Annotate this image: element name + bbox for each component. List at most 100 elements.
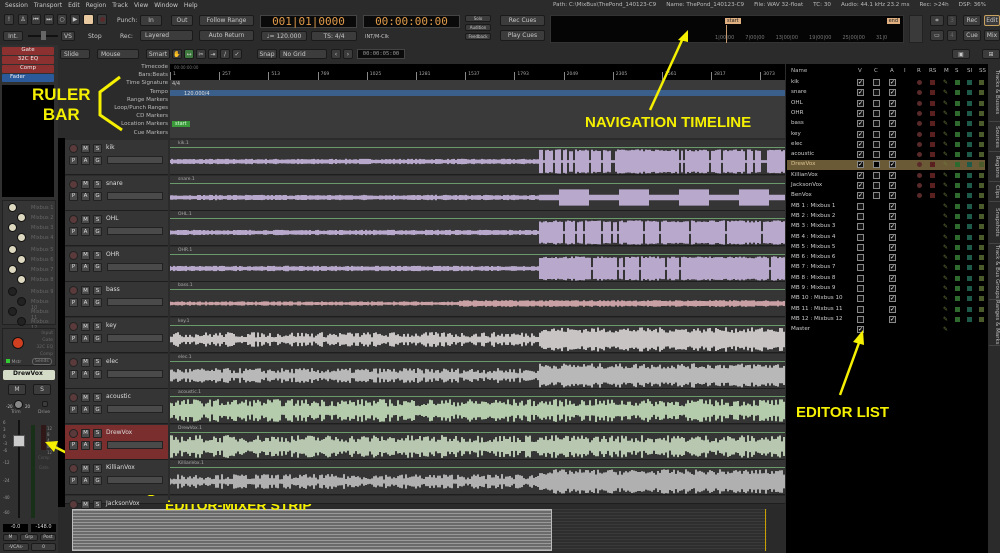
track-name[interactable]: DrewVox: [106, 429, 132, 436]
playlist-button[interactable]: P: [69, 262, 78, 272]
mute-button[interactable]: M: [81, 464, 90, 474]
processor-fader[interactable]: Fader: [2, 74, 54, 82]
mute-button[interactable]: M: [81, 250, 90, 260]
rec-arm-button[interactable]: [69, 393, 78, 403]
track-lane-jacksonvox[interactable]: [170, 496, 785, 504]
track-lane-key[interactable]: key.1: [170, 318, 785, 353]
track-name[interactable]: key: [106, 322, 117, 329]
track-name[interactable]: elec: [106, 358, 118, 365]
automation-button[interactable]: A: [81, 227, 90, 237]
region-name[interactable]: elec.1: [178, 355, 192, 360]
region-name[interactable]: KillianVox.1: [178, 461, 204, 466]
rec-arm-button[interactable]: [69, 322, 78, 331]
group-button[interactable]: G: [93, 227, 102, 237]
processor-comp[interactable]: Comp: [2, 65, 54, 73]
track-name[interactable]: snare: [106, 180, 123, 187]
track-header-ohl[interactable]: M S OHL P A G: [65, 211, 168, 247]
region-name[interactable]: snare.1: [178, 177, 195, 182]
solo-button[interactable]: S: [93, 179, 102, 189]
group-button[interactable]: G: [93, 405, 102, 415]
track-header-drewvox[interactable]: M S DrewVox P A G: [65, 424, 168, 460]
track-header-kik[interactable]: M Skik P A G: [65, 140, 168, 175]
track-gain-fader[interactable]: [107, 405, 163, 414]
solo-button[interactable]: S: [93, 144, 102, 153]
automation-button[interactable]: A: [81, 369, 90, 379]
region-name[interactable]: kik.1: [178, 141, 189, 146]
group-button[interactable]: G: [93, 440, 102, 450]
solo-button[interactable]: S: [93, 215, 102, 225]
rec-arm-button[interactable]: [69, 250, 78, 260]
rec-arm-button[interactable]: [69, 500, 78, 509]
automation-button[interactable]: A: [81, 440, 90, 450]
region-name[interactable]: key.1: [178, 319, 190, 324]
track-name[interactable]: kik: [106, 144, 115, 151]
region-OHR.1[interactable]: [170, 253, 785, 281]
mute-button[interactable]: M: [81, 322, 90, 331]
track-gain-fader[interactable]: [107, 298, 163, 307]
solo-button[interactable]: S: [93, 393, 102, 403]
group-button[interactable]: G: [93, 262, 102, 272]
track-lane-elec[interactable]: elec.1: [170, 353, 785, 389]
track-gain-fader[interactable]: [107, 262, 163, 271]
group-button[interactable]: G: [93, 156, 102, 165]
track-gain-fader[interactable]: [107, 334, 163, 342]
track-gain-fader[interactable]: [107, 156, 163, 164]
solo-button[interactable]: S: [93, 428, 102, 438]
track-lane-kik[interactable]: kik.1: [170, 140, 785, 175]
solo-button[interactable]: S: [93, 464, 102, 474]
track-header-key[interactable]: M Skey P A G: [65, 318, 168, 353]
region-name[interactable]: OHL.1: [178, 212, 192, 217]
region-kik.1[interactable]: [170, 147, 785, 174]
track-gain-fader[interactable]: [107, 369, 163, 378]
solo-button[interactable]: S: [93, 250, 102, 260]
track-header-acoustic[interactable]: M Sacoustic P A G: [65, 389, 168, 425]
rec-arm-button[interactable]: [69, 357, 78, 367]
track-lane-ohl[interactable]: OHL.1: [170, 211, 785, 247]
automation-button[interactable]: A: [81, 298, 90, 308]
playlist-button[interactable]: P: [69, 334, 78, 343]
playlist-button[interactable]: P: [69, 369, 78, 379]
group-button[interactable]: G: [93, 476, 102, 486]
rec-arm-button[interactable]: [69, 144, 78, 153]
region-name[interactable]: DrewVox.1: [178, 426, 202, 431]
region-name[interactable]: bass.1: [178, 283, 193, 288]
playlist-button[interactable]: P: [69, 440, 78, 450]
automation-button[interactable]: A: [81, 262, 90, 272]
rec-arm-button[interactable]: [69, 179, 78, 189]
region-KillianVox.1[interactable]: [170, 467, 785, 495]
automation-button[interactable]: A: [81, 156, 90, 165]
track-name[interactable]: JacksonVox: [106, 500, 140, 507]
track-name[interactable]: OHR: [106, 251, 119, 258]
rec-arm-button[interactable]: [69, 286, 78, 296]
track-header-elec[interactable]: M Selec P A G: [65, 353, 168, 389]
region-bass.1[interactable]: [170, 289, 785, 316]
group-button[interactable]: G: [93, 334, 102, 343]
mute-button[interactable]: M: [81, 357, 90, 367]
automation-button[interactable]: A: [81, 476, 90, 486]
track-header-bass[interactable]: M Sbass P A G: [65, 282, 168, 318]
playlist-button[interactable]: P: [69, 227, 78, 237]
mute-button[interactable]: M: [81, 179, 90, 189]
mute-button[interactable]: M: [81, 428, 90, 438]
track-gain-fader[interactable]: [107, 191, 163, 200]
group-button[interactable]: G: [93, 298, 102, 308]
automation-button[interactable]: A: [81, 191, 90, 201]
playlist-button[interactable]: P: [69, 191, 78, 201]
mute-button[interactable]: M: [81, 500, 90, 509]
mute-button[interactable]: M: [81, 286, 90, 296]
track-header-killianvox[interactable]: M S KillianVox P A G: [65, 460, 168, 496]
track-lane-snare[interactable]: snare.1: [170, 175, 785, 211]
processor-32c-eq[interactable]: 32C EQ: [2, 56, 54, 64]
track-gain-fader[interactable]: [107, 440, 163, 449]
region-name[interactable]: OHR.1: [178, 248, 192, 253]
automation-button[interactable]: A: [81, 405, 90, 415]
solo-button[interactable]: S: [93, 322, 102, 331]
track-lane-acoustic[interactable]: acoustic.1: [170, 389, 785, 425]
track-name[interactable]: OHL: [106, 215, 119, 222]
solo-button[interactable]: S: [93, 357, 102, 367]
mute-button[interactable]: M: [81, 215, 90, 225]
mute-button[interactable]: M: [81, 144, 90, 153]
region-elec.1[interactable]: [170, 360, 785, 388]
playlist-button[interactable]: P: [69, 476, 78, 486]
region-DrewVox.1[interactable]: [170, 431, 785, 459]
